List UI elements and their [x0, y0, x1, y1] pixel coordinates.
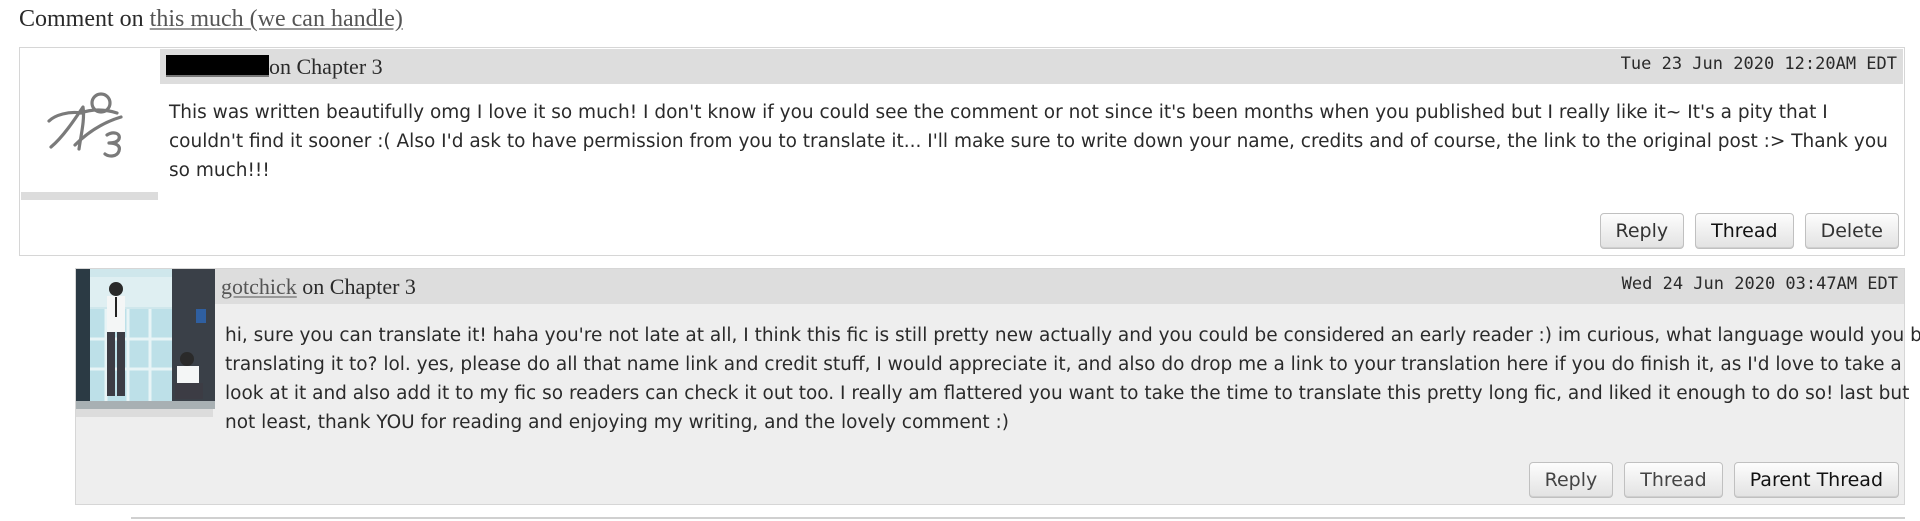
redacted-author	[166, 55, 269, 77]
comment-byline: on Chapter 3	[166, 49, 383, 84]
comment-header: gotchick on Chapter 3 Wed 24 Jun 2020 03…	[215, 269, 1904, 304]
avatar	[76, 269, 215, 417]
user-photo-avatar	[76, 269, 215, 409]
thread-button[interactable]: Thread	[1624, 462, 1723, 498]
comment-body: hi, sure you can translate it! haha you'…	[225, 325, 1920, 433]
comment-date: Wed 24 Jun 2020 03:47AM EDT	[1621, 274, 1898, 294]
reply-button[interactable]: Reply	[1599, 213, 1685, 249]
comment-chapter: on Chapter 3	[302, 274, 416, 299]
divider	[131, 517, 1905, 519]
parent-thread-button[interactable]: Parent Thread	[1733, 462, 1899, 498]
comment-date: Tue 23 Jun 2020 12:20AM EDT	[1620, 54, 1897, 74]
page-title: Comment on this much (we can handle)	[19, 6, 403, 33]
delete-button[interactable]: Delete	[1804, 213, 1899, 249]
page-title-prefix: Comment on	[19, 6, 144, 32]
comment-header: on Chapter 3 Tue 23 Jun 2020 12:20AM EDT	[160, 49, 1903, 84]
author-link[interactable]: gotchick	[221, 274, 297, 299]
comment: on Chapter 3 Tue 23 Jun 2020 12:20AM EDT…	[19, 47, 1905, 256]
reply-button[interactable]: Reply	[1528, 462, 1614, 498]
comment-chapter: on Chapter 3	[269, 54, 383, 79]
comment-actions: Reply Thread Delete	[1599, 213, 1899, 249]
comment-actions: Reply Thread Parent Thread	[1528, 462, 1899, 498]
ao3-logo-icon	[47, 92, 123, 158]
comment: gotchick on Chapter 3 Wed 24 Jun 2020 03…	[75, 268, 1920, 505]
thread-button[interactable]: Thread	[1695, 213, 1794, 249]
work-title-link[interactable]: this much (we can handle)	[150, 6, 403, 32]
comment-body: This was written beautifully omg I love …	[169, 102, 1888, 181]
avatar	[21, 49, 158, 200]
comment-byline: gotchick on Chapter 3	[221, 269, 416, 304]
